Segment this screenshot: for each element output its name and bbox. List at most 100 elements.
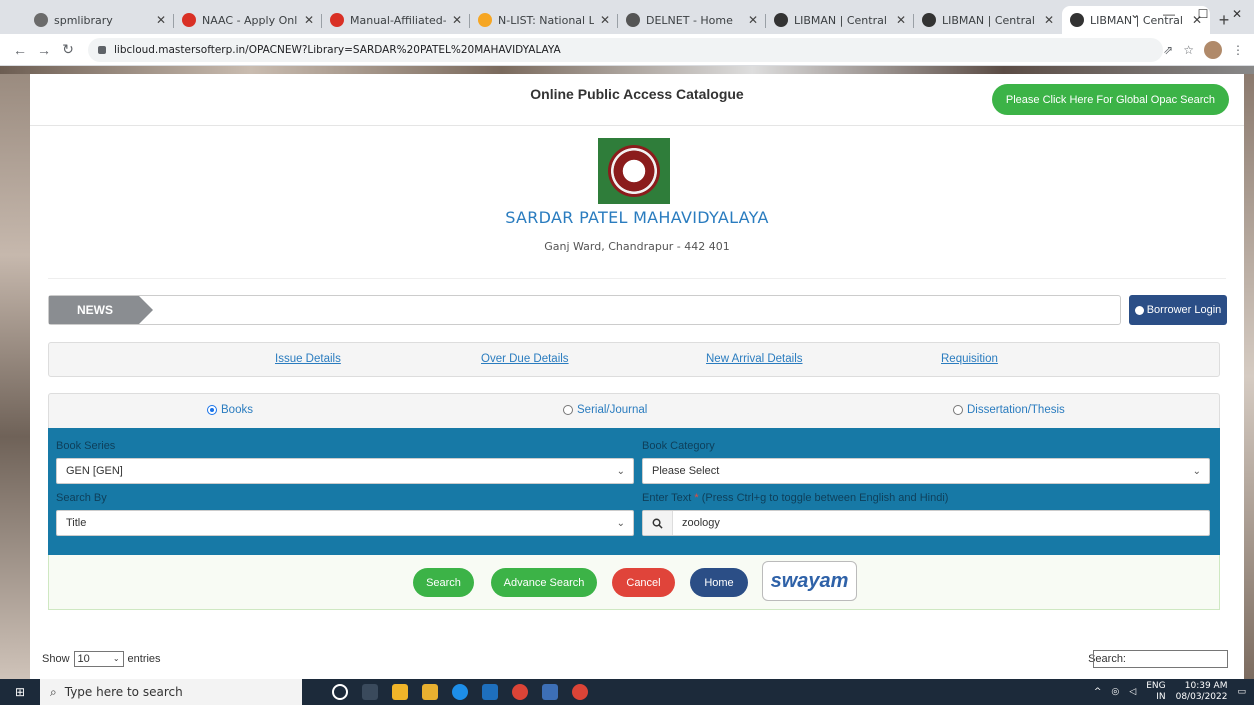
search-text-input[interactable]: zoology [642,510,1210,536]
tab-search-icon[interactable]: ⌄ [1118,0,1152,28]
tab-favicon-icon [478,13,492,27]
over-due-details-link[interactable]: Over Due Details [481,353,569,365]
system-tray: ^ ◎ ◁ ENG IN 10:39 AM 08/03/2022 ▭ [1094,679,1246,705]
search-icon [643,511,673,535]
tab-favicon-icon [774,13,788,27]
network-icon[interactable]: ◎ [1111,687,1119,697]
clock[interactable]: 10:39 AM 08/03/2022 [1176,681,1228,703]
entries-length-value: 10 [77,653,90,665]
books-label: Books [221,404,253,416]
edge-icon[interactable] [452,684,468,700]
issue-details-link[interactable]: Issue Details [275,353,341,365]
tab-close-icon[interactable]: ✕ [452,13,462,27]
required-star: * [694,492,699,504]
advance-search-button[interactable]: Advance Search [491,568,597,597]
search-icon: ⌕ [50,684,57,699]
books-radio[interactable]: Books [207,404,253,416]
book-category-select[interactable]: Please Select ⌄ [642,458,1210,484]
window-controls: ⌄ — ☐ ✕ [1118,0,1254,28]
cortana-icon[interactable] [332,684,348,700]
browser-tab[interactable]: NAAC - Apply Onli ✕ [174,6,322,34]
office-icon[interactable] [542,684,558,700]
book-series-label: Book Series [56,440,116,452]
tab-label: NAAC - Apply Onli [202,13,298,27]
mail-icon[interactable] [482,684,498,700]
entries-label: entries [127,653,161,665]
search-button[interactable]: Search [413,568,474,597]
notification-icon[interactable]: ▭ [1237,687,1246,697]
tab-favicon-icon [34,13,48,27]
new-arrival-details-link[interactable]: New Arrival Details [706,353,803,365]
news-ticker: NEWS [48,295,1121,325]
tab-close-icon[interactable]: ✕ [600,13,610,27]
profile-avatar[interactable] [1204,40,1222,59]
tab-label: LIBMAN | Central L [794,13,890,27]
chrome-profile-icon[interactable] [572,684,588,700]
browser-tab[interactable]: LIBMAN | Central L ✕ [766,6,914,34]
bookmark-star-icon[interactable]: ☆ [1183,43,1194,57]
chevron-down-icon: ⌄ [112,654,120,663]
file-explorer-icon[interactable] [422,684,438,700]
dissertation-thesis-radio[interactable]: Dissertation/Thesis [953,404,1065,416]
borrower-login-button[interactable]: Borrower Login [1129,295,1227,325]
college-logo [598,138,670,204]
tab-close-icon[interactable]: ✕ [748,13,758,27]
share-icon[interactable]: ⇗ [1163,43,1173,57]
global-opac-button[interactable]: Please Click Here For Global Opac Search [991,84,1229,115]
swayam-logo-text: swayam [770,569,849,592]
book-category-label: Book Category [642,440,715,452]
tab-close-icon[interactable]: ✕ [896,13,906,27]
reload-icon[interactable]: ↻ [56,41,80,58]
enter-text-label: Enter Text * (Press Ctrl+g to toggle bet… [642,492,948,504]
chevron-down-icon: ⌄ [616,518,625,529]
serial-journal-radio[interactable]: Serial/Journal [563,404,647,416]
book-series-select[interactable]: GEN [GEN] ⌄ [56,458,634,484]
requisition-link[interactable]: Requisition [941,353,998,365]
tab-close-icon[interactable]: ✕ [304,13,314,27]
store-icon[interactable] [392,684,408,700]
tray-chevron-icon[interactable]: ^ [1094,687,1102,697]
maximize-icon[interactable]: ☐ [1186,0,1220,28]
tab-label: N-LIST: National Li [498,13,594,27]
tab-close-icon[interactable]: ✕ [1044,13,1054,27]
table-search-input[interactable] [1093,650,1228,668]
cancel-button[interactable]: Cancel [612,568,675,597]
browser-tab[interactable]: N-LIST: National Li ✕ [470,6,618,34]
search-by-value: Title [66,517,87,529]
forward-icon[interactable]: → [32,42,56,58]
tab-favicon-icon [922,13,936,27]
chrome-icon[interactable] [512,684,528,700]
background-image [0,74,30,679]
browser-tab[interactable]: DELNET - Home ✕ [618,6,766,34]
menu-icon[interactable]: ⋮ [1232,43,1244,57]
enter-text-label-text: Enter Text [642,492,692,504]
clock-time: 10:39 AM [1184,681,1228,691]
serial-journal-label: Serial/Journal [577,404,648,416]
browser-tab[interactable]: spmlibrary ✕ [26,6,174,34]
minimize-icon[interactable]: — [1152,0,1186,28]
volume-icon[interactable]: ◁ [1129,687,1136,697]
close-window-icon[interactable]: ✕ [1220,0,1254,28]
radio-selected-icon [207,405,217,415]
taskbar-search[interactable]: ⌕ Type here to search [40,679,302,705]
background-image [1244,74,1254,679]
dissertation-thesis-label: Dissertation/Thesis [967,404,1065,416]
search-by-select[interactable]: Title ⌄ [56,510,634,536]
windows-start-icon[interactable]: ⊞ [0,685,40,699]
back-icon[interactable]: ← [8,42,32,58]
browser-tab[interactable]: Manual-Affiliated- ✕ [322,6,470,34]
home-button[interactable]: Home [690,568,748,597]
news-label: NEWS [49,296,153,324]
swayam-logo[interactable]: swayam [762,561,857,601]
task-view-icon[interactable] [362,684,378,700]
url-field[interactable]: libcloud.mastersofterp.in/OPACNEW?Librar… [88,37,1164,62]
entries-length-select[interactable]: 10 ⌄ [73,651,124,667]
address-bar: ← → ↻ libcloud.mastersofterp.in/OPACNEW?… [0,34,1254,66]
browser-tab[interactable]: LIBMAN | Central L ✕ [914,6,1062,34]
tab-close-icon[interactable]: ✕ [156,13,166,27]
language-indicator[interactable]: ENG IN [1146,681,1165,703]
college-seal-icon [608,145,660,197]
taskbar-apps [302,684,588,700]
borrower-login-label: Borrower Login [1146,304,1222,316]
search-by-label: Search By [56,492,107,504]
